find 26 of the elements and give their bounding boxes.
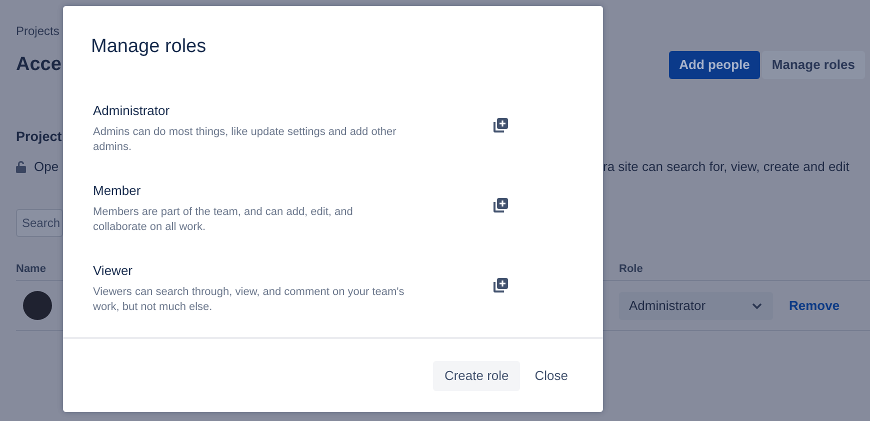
role-name: Administrator — [93, 102, 171, 118]
remove-link[interactable]: Remove — [789, 298, 840, 313]
copy-icon[interactable] — [493, 118, 508, 133]
chevron-down-icon — [751, 302, 763, 310]
role-name: Member — [93, 182, 142, 198]
page-title: Acce — [16, 54, 62, 76]
create-role-button[interactable]: Create role — [433, 360, 520, 390]
role-select[interactable]: Administrator — [619, 292, 773, 320]
access-description: ra site can search for, view, create and edit — [603, 158, 850, 174]
breadcrumb-link[interactable]: Projects — [16, 24, 63, 42]
role-description: Admins can do most things, like update settings and add other admins. — [93, 124, 398, 154]
section-heading: Project — [16, 128, 63, 144]
role-description: Members are part of the team, and can add, edit, and collaborate on all work. — [93, 204, 354, 234]
avatar — [23, 291, 52, 320]
copy-icon[interactable] — [493, 198, 508, 213]
manage-roles-button[interactable]: Manage roles — [762, 50, 865, 78]
column-header: Role — [603, 263, 870, 281]
lock-icon — [16, 160, 26, 173]
access-description: Ope — [34, 159, 59, 174]
role-description: Viewers can search through, view, and comment on your team's work, but not much else. — [93, 284, 406, 314]
dialog-title: Manage roles — [90, 35, 208, 59]
close-button[interactable]: Close — [524, 360, 579, 390]
search-field[interactable]: Search — [16, 209, 63, 237]
role-name: Viewer — [93, 262, 134, 278]
copy-icon[interactable] — [493, 278, 508, 293]
add-people-button[interactable]: Add people — [669, 50, 760, 78]
